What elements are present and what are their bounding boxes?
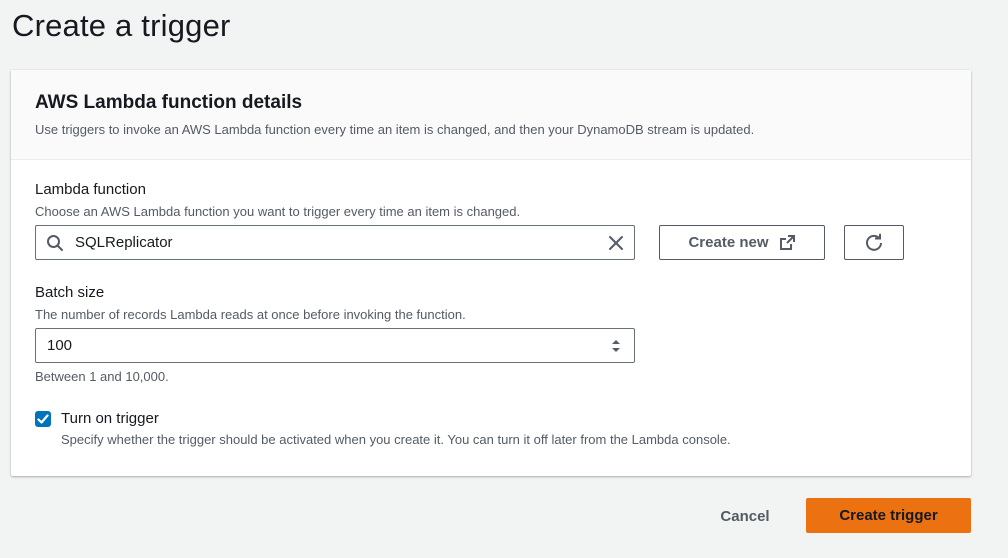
- cancel-button[interactable]: Cancel: [700, 499, 790, 533]
- create-new-label: Create new: [688, 234, 769, 251]
- panel-description: Use triggers to invoke an AWS Lambda fun…: [35, 122, 755, 137]
- panel-header: AWS Lambda function details Use triggers…: [11, 70, 971, 160]
- turn-on-trigger-checkbox[interactable]: [35, 411, 51, 427]
- refresh-button[interactable]: [844, 225, 904, 260]
- lambda-details-panel: AWS Lambda function details Use triggers…: [11, 70, 971, 476]
- batch-size-input[interactable]: 100: [35, 328, 635, 363]
- batch-size-description: The number of records Lambda reads at on…: [35, 307, 466, 322]
- create-trigger-page: Create a trigger AWS Lambda function det…: [0, 0, 1008, 558]
- turn-on-trigger-description: Specify whether the trigger should be ac…: [61, 432, 731, 447]
- checkmark-icon: [37, 414, 49, 424]
- external-link-icon: [779, 235, 795, 250]
- batch-size-constraint: Between 1 and 10,000.: [35, 369, 169, 384]
- close-icon[interactable]: [607, 234, 625, 252]
- lambda-function-label: Lambda function: [35, 181, 146, 198]
- turn-on-trigger-label[interactable]: Turn on trigger: [61, 410, 159, 427]
- search-icon: [47, 235, 63, 251]
- spinner-arrows-icon[interactable]: [610, 338, 622, 354]
- refresh-icon: [866, 233, 882, 251]
- create-trigger-button[interactable]: Create trigger: [806, 498, 971, 533]
- lambda-function-search-input[interactable]: SQLReplicator: [35, 225, 635, 260]
- lambda-function-description: Choose an AWS Lambda function you want t…: [35, 204, 521, 219]
- lambda-function-value: SQLReplicator: [75, 234, 173, 251]
- batch-size-value: 100: [47, 337, 73, 354]
- page-title: Create a trigger: [12, 8, 231, 43]
- batch-size-label: Batch size: [35, 284, 105, 301]
- create-new-button[interactable]: Create new: [659, 225, 825, 260]
- panel-title: AWS Lambda function details: [35, 92, 303, 113]
